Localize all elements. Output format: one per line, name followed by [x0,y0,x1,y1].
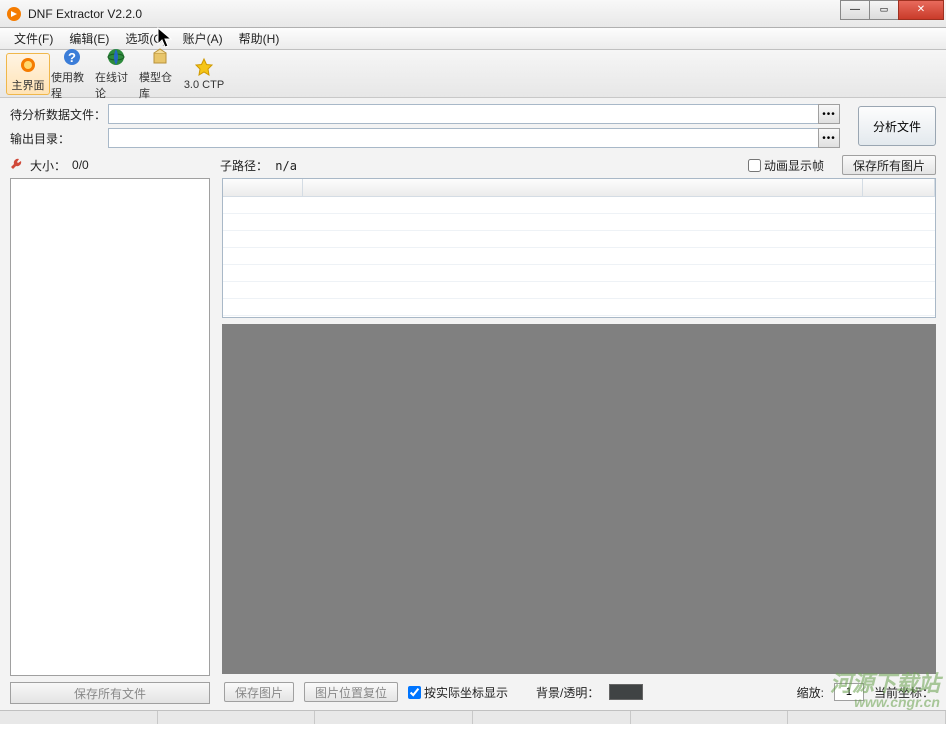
main-area: 保存所有文件 保存图片 图片位置复位 按实际坐标显示 [0,178,946,710]
maximize-button[interactable]: ▭ [869,0,899,20]
image-preview[interactable] [222,324,936,674]
save-all-files-label: 保存所有文件 [74,685,146,702]
file-list[interactable] [10,178,210,676]
toolbar-tutorial-button[interactable]: ? 使用教程 [50,53,94,95]
menu-help[interactable]: 帮助(H) [231,28,288,49]
toolbar-main-button[interactable]: 主界面 [6,53,50,95]
preview-controls: 保存图片 图片位置复位 按实际坐标显示 背景/透明： 缩放: 当前坐标： [222,680,936,704]
toolbar-ctp-label: 3.0 CTP [184,79,224,91]
data-file-browse-button[interactable]: ••• [818,104,840,124]
save-all-images-label: 保存所有图片 [853,157,925,174]
menubar: 文件(F) 编辑(E) 选项(O) 账户(A) 帮助(H) [0,28,946,50]
save-all-images-button[interactable]: 保存所有图片 [842,155,936,175]
toolbar-model-label: 模型仓库 [139,69,181,101]
toolbar: 主界面 ? 使用教程 在线讨论 模型仓库 3.0 CTP [0,50,946,98]
real-coords-checkbox-label[interactable]: 按实际坐标显示 [408,684,508,701]
menu-account[interactable]: 账户(A) [175,28,231,49]
reset-position-label: 图片位置复位 [315,684,387,701]
toolbar-model-button[interactable]: 模型仓库 [138,53,182,95]
subpath-label: 子路径： [220,159,268,173]
path-area: 待分析数据文件： ••• 输出目录： ••• 分析文件 [0,98,946,152]
save-all-files-button[interactable]: 保存所有文件 [10,682,210,704]
show-anim-text: 动画显示帧 [764,157,824,174]
minimize-button[interactable] [840,0,870,20]
menu-file[interactable]: 文件(F) [6,28,61,49]
app-icon [6,6,22,22]
data-file-input[interactable] [108,104,819,124]
real-coords-text: 按实际坐标显示 [424,684,508,701]
bg-label: 背景/透明： [536,684,599,701]
statusbar [0,710,946,724]
coords-label: 当前坐标： [874,684,934,701]
grid-header [223,179,935,197]
toolbar-discuss-button[interactable]: 在线讨论 [94,53,138,95]
save-image-label: 保存图片 [235,684,283,701]
output-dir-browse-button[interactable]: ••• [818,128,840,148]
toolbar-discuss-label: 在线讨论 [95,69,137,101]
svg-text:?: ? [68,50,76,65]
size-value: 0/0 [72,158,89,172]
toolbar-main-label: 主界面 [12,77,45,93]
toolbar-ctp-button[interactable]: 3.0 CTP [182,53,226,95]
zoom-label: 缩放: [797,684,824,701]
size-label: 大小： [30,157,66,174]
globe-icon [106,47,126,67]
titlebar: DNF Extractor V2.2.0 ▭ ✕ [0,0,946,28]
save-image-button[interactable]: 保存图片 [224,682,294,702]
data-grid[interactable] [222,178,936,318]
window-controls: ▭ ✕ [841,0,944,20]
zoom-input[interactable] [834,683,864,701]
star-icon [194,57,214,77]
output-dir-label: 输出目录： [10,130,108,147]
analyze-button[interactable]: 分析文件 [858,106,936,146]
window-title: DNF Extractor V2.2.0 [28,7,841,21]
sun-icon [18,55,38,75]
bg-color-swatch[interactable] [609,684,643,700]
close-button[interactable]: ✕ [898,0,944,20]
grid-rows [223,197,935,316]
help-icon: ? [62,47,82,67]
subpath-value: n/a [275,159,297,173]
reset-position-button[interactable]: 图片位置复位 [304,682,398,702]
wrench-icon [10,157,24,174]
show-anim-checkbox-label[interactable]: 动画显示帧 [748,157,824,174]
toolbar-tutorial-label: 使用教程 [51,69,93,101]
analyze-button-label: 分析文件 [873,118,921,135]
real-coords-checkbox[interactable] [408,686,421,699]
output-dir-input[interactable] [108,128,819,148]
data-file-label: 待分析数据文件： [10,106,108,123]
package-icon [150,47,170,67]
left-panel: 保存所有文件 [10,178,210,704]
show-anim-checkbox[interactable] [748,159,761,172]
right-panel: 保存图片 图片位置复位 按实际坐标显示 背景/透明： 缩放: 当前坐标： [222,178,936,704]
info-row: 大小： 0/0 子路径： n/a 动画显示帧 保存所有图片 [0,152,946,178]
